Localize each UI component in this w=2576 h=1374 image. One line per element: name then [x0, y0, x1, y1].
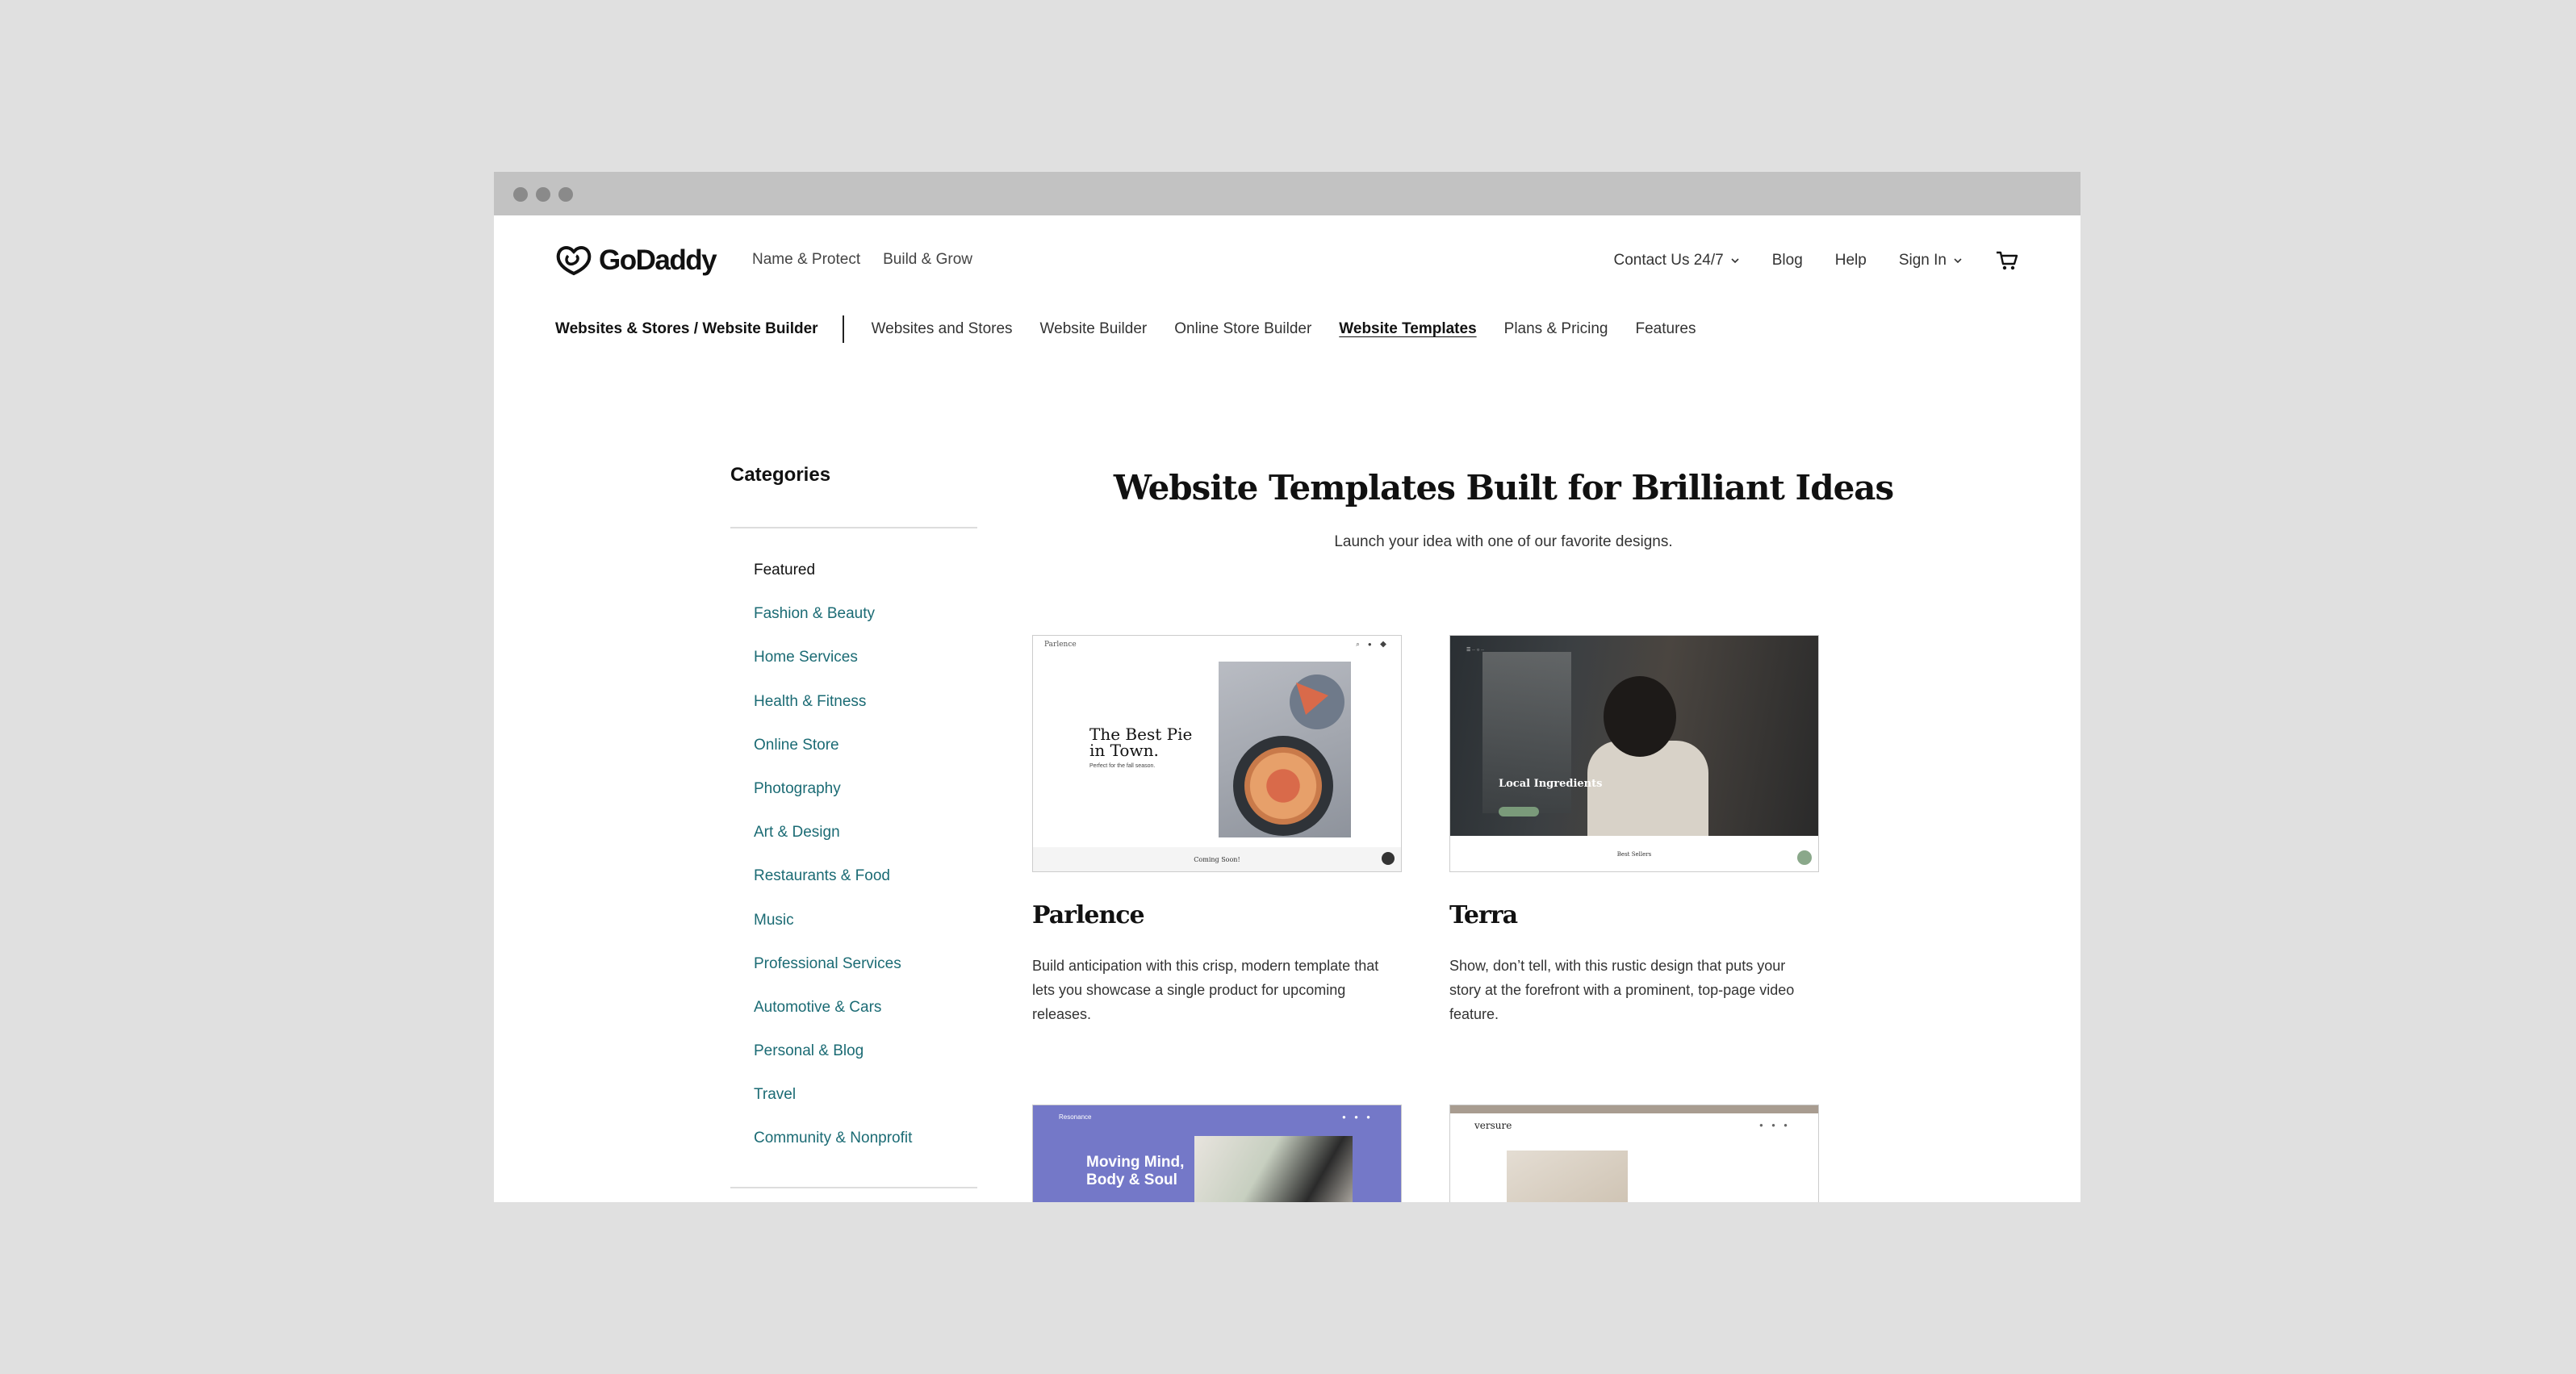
subnav-features[interactable]: Features — [1636, 320, 1696, 338]
subnav-website-builder[interactable]: Website Builder — [1040, 320, 1148, 338]
cart-button[interactable] — [1995, 249, 2019, 272]
chevron-down-icon — [1731, 258, 1739, 264]
contact-us-dropdown[interactable]: Contact Us 24/7 — [1613, 252, 1739, 269]
category-home-services[interactable]: Home Services — [754, 649, 912, 692]
category-online-store[interactable]: Online Store — [754, 737, 912, 780]
category-community-nonprofit[interactable]: Community & Nonprofit — [754, 1130, 912, 1173]
godaddy-logo-icon — [556, 246, 592, 276]
contact-us-label: Contact Us 24/7 — [1613, 252, 1724, 269]
template-description: Show, don’t tell, with this rustic desig… — [1449, 958, 1795, 1022]
template-card-terra[interactable]: ☰ ·· ○ ·· Local Ingredients Best Sellers… — [1449, 635, 1819, 1026]
page-title: Website Templates Built for Brilliant Id… — [1113, 468, 1894, 507]
template-card-versure[interactable]: versure ● ● ● — [1449, 1105, 1819, 1202]
nav-name-protect[interactable]: Name & Protect — [752, 251, 860, 269]
template-card-parlence[interactable]: Parlence ⌕ ● ◆ The Best Pie in Town. Per… — [1032, 635, 1402, 1026]
primary-nav: Name & Protect Build & Grow — [752, 251, 972, 269]
preview-headline: Moving Mind, Body & Soul — [1086, 1154, 1185, 1188]
sign-in-label: Sign In — [1898, 252, 1947, 269]
utility-nav: Contact Us 24/7 Blog Help Sign In — [1613, 249, 2019, 272]
category-art-design[interactable]: Art & Design — [754, 824, 912, 867]
breadcrumb[interactable]: Websites & Stores / Website Builder — [555, 320, 818, 338]
preview-button — [1499, 807, 1539, 816]
subnav-websites-and-stores[interactable]: Websites and Stores — [872, 320, 1013, 338]
template-preview[interactable]: Parlence ⌕ ● ◆ The Best Pie in Town. Per… — [1032, 635, 1402, 872]
template-description: Build anticipation with this crisp, mode… — [1032, 958, 1379, 1022]
browser-window: GoDaddy Name & Protect Build & Grow Cont… — [494, 172, 2080, 1202]
preview-brand: Parlence — [1044, 641, 1077, 649]
nav-build-grow[interactable]: Build & Grow — [883, 251, 972, 269]
preview-brand: versure — [1474, 1120, 1512, 1131]
category-automotive-cars[interactable]: Automotive & Cars — [754, 999, 912, 1042]
chat-icon — [1797, 850, 1812, 865]
preview-footer: Best Sellers — [1450, 836, 1818, 871]
categories-divider-bottom — [730, 1187, 977, 1188]
preview-headline: The Best Pie in Town. — [1089, 725, 1193, 760]
subnav-website-templates[interactable]: Website Templates — [1339, 320, 1476, 338]
preview-nav-icons: ⌕ ● ◆ — [1356, 641, 1390, 648]
categories-divider-top — [730, 527, 977, 528]
preview-footer: Coming Soon! — [1033, 847, 1401, 871]
preview-headline: Local Ingredients — [1499, 778, 1603, 790]
cart-icon — [1997, 251, 2018, 270]
categories-list: Featured Fashion & Beauty Home Services … — [754, 562, 912, 1174]
window-minimize-dot[interactable] — [536, 187, 550, 202]
category-health-fitness[interactable]: Health & Fitness — [754, 693, 912, 737]
category-featured[interactable]: Featured — [754, 562, 912, 605]
preview-product-photo — [1507, 1151, 1628, 1202]
preview-brand: Resonance — [1059, 1113, 1092, 1121]
preview-person-image — [1587, 741, 1708, 846]
preview-nav: ☰ ·· ○ ·· — [1466, 648, 1484, 653]
category-restaurants-food[interactable]: Restaurants & Food — [754, 867, 912, 911]
preview-nav-icons: ● ● ● — [1759, 1121, 1791, 1129]
subnav-online-store-builder[interactable]: Online Store Builder — [1174, 320, 1311, 338]
template-card-resonance[interactable]: Resonance ● ● ● Moving Mind, Body & Soul — [1032, 1105, 1402, 1202]
window-titlebar — [494, 172, 2080, 215]
template-preview[interactable]: Resonance ● ● ● Moving Mind, Body & Soul — [1032, 1105, 1402, 1202]
godaddy-logo[interactable]: GoDaddy — [555, 243, 717, 278]
template-name[interactable]: Terra — [1449, 901, 1819, 929]
template-name[interactable]: Parlence — [1032, 901, 1402, 929]
chat-icon — [1382, 852, 1395, 865]
category-photography[interactable]: Photography — [754, 780, 912, 824]
preview-tagline: Perfect for the fall season. — [1089, 763, 1156, 769]
categories-heading: Categories — [730, 464, 831, 486]
template-preview[interactable]: ☰ ·· ○ ·· Local Ingredients Best Sellers — [1449, 635, 1819, 872]
sign-in-dropdown[interactable]: Sign In — [1899, 252, 1963, 269]
category-personal-blog[interactable]: Personal & Blog — [754, 1042, 912, 1086]
subnav-links: Websites and Stores Website Builder Onli… — [872, 320, 1696, 338]
category-professional-services[interactable]: Professional Services — [754, 955, 912, 999]
preview-nav-icons: ● ● ● — [1342, 1113, 1374, 1121]
category-travel[interactable]: Travel — [754, 1086, 912, 1130]
pie-image — [1244, 747, 1322, 825]
preview-announcement-bar — [1450, 1105, 1818, 1113]
logo-text: GoDaddy — [599, 244, 717, 276]
product-subnav: Websites & Stores / Website Builder Webs… — [555, 315, 1696, 343]
template-preview[interactable]: versure ● ● ● — [1449, 1105, 1819, 1202]
window-close-dot[interactable] — [513, 187, 528, 202]
subnav-plans-pricing[interactable]: Plans & Pricing — [1504, 320, 1608, 338]
category-fashion-beauty[interactable]: Fashion & Beauty — [754, 605, 912, 649]
preview-person-head — [1604, 676, 1676, 757]
help-link[interactable]: Help — [1835, 252, 1867, 269]
window-maximize-dot[interactable] — [558, 187, 573, 202]
category-music[interactable]: Music — [754, 912, 912, 955]
blog-link[interactable]: Blog — [1772, 252, 1803, 269]
subnav-divider — [842, 315, 844, 343]
chevron-down-icon — [1954, 258, 1962, 264]
yoga-photo — [1194, 1136, 1353, 1202]
page-subtitle: Launch your idea with one of our favorit… — [1334, 533, 1673, 550]
